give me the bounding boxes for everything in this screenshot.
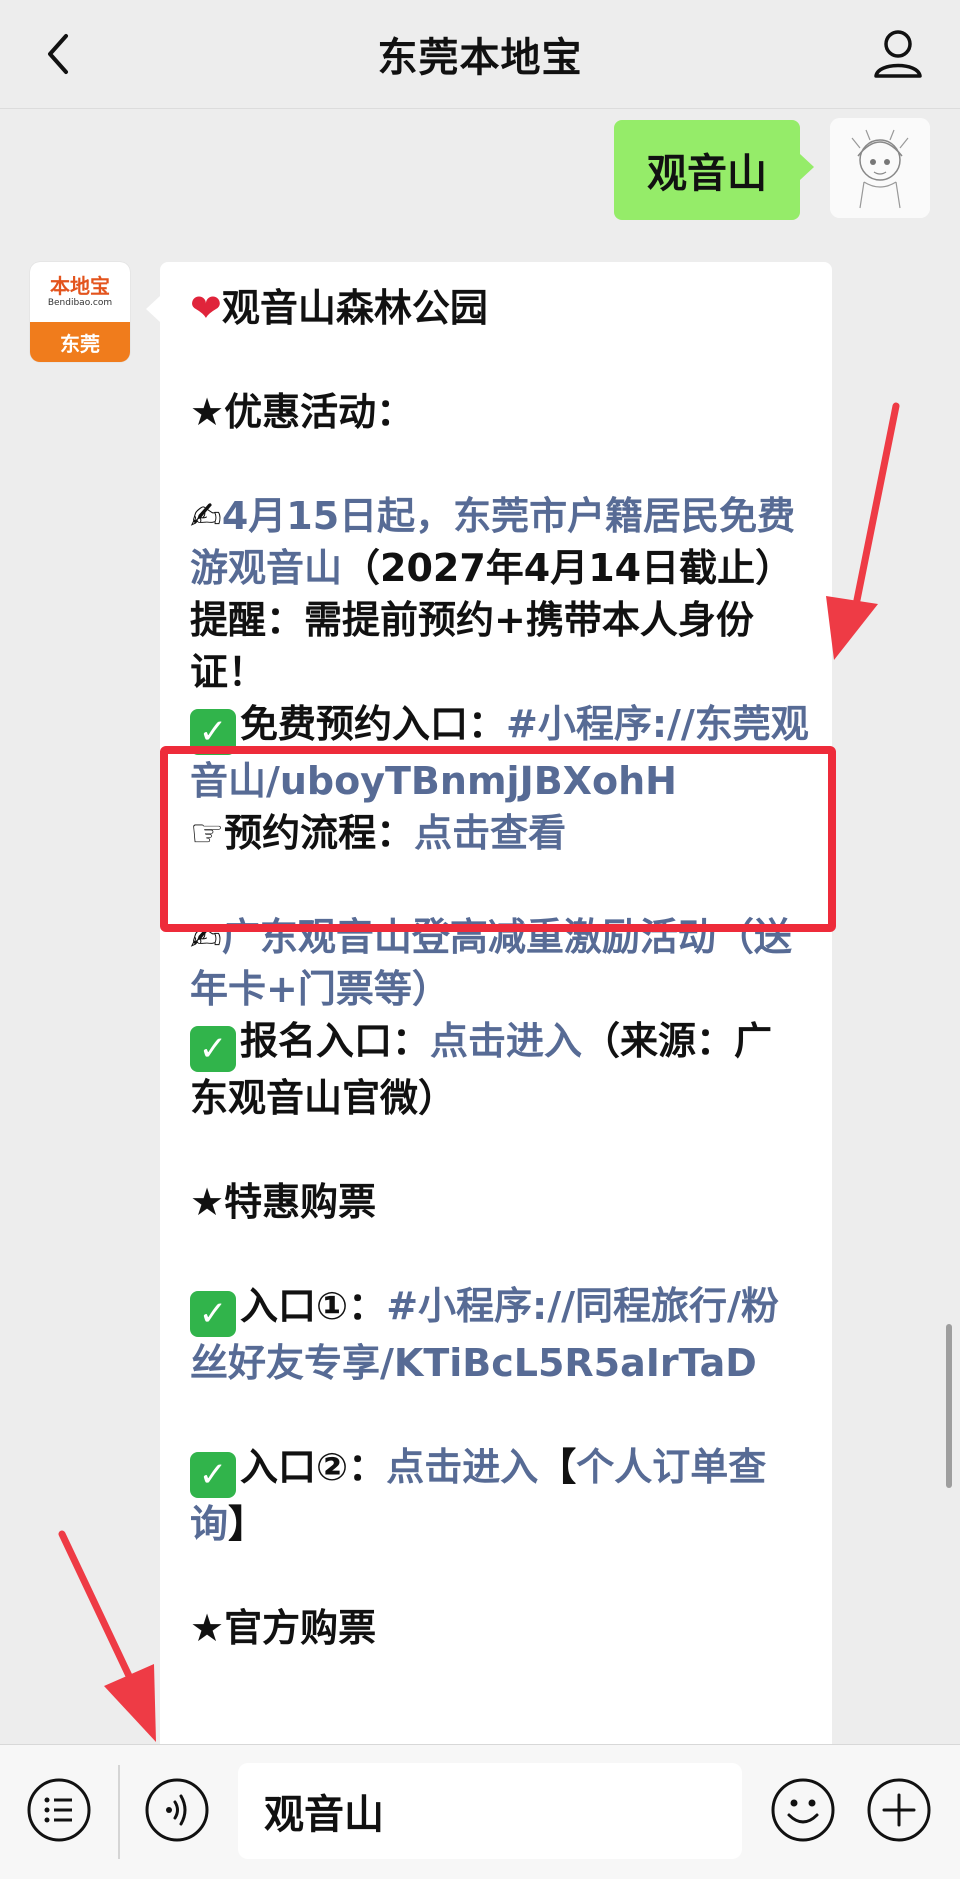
input-bar: 观音山 bbox=[0, 1744, 960, 1879]
toolbar-divider bbox=[118, 1765, 120, 1859]
voice-icon[interactable] bbox=[142, 1775, 212, 1845]
arrow-right-icon bbox=[826, 402, 900, 660]
arrow-bottom-icon bbox=[58, 1530, 156, 1742]
emoji-icon[interactable] bbox=[768, 1775, 838, 1845]
scrollbar[interactable] bbox=[946, 1324, 952, 1488]
menu-list-icon[interactable] bbox=[24, 1775, 94, 1845]
annotation-arrows bbox=[58, 402, 900, 1742]
plus-icon[interactable] bbox=[864, 1775, 934, 1845]
message-input-value: 观音山 bbox=[264, 1792, 384, 1838]
message-input[interactable]: 观音山 bbox=[238, 1763, 742, 1859]
